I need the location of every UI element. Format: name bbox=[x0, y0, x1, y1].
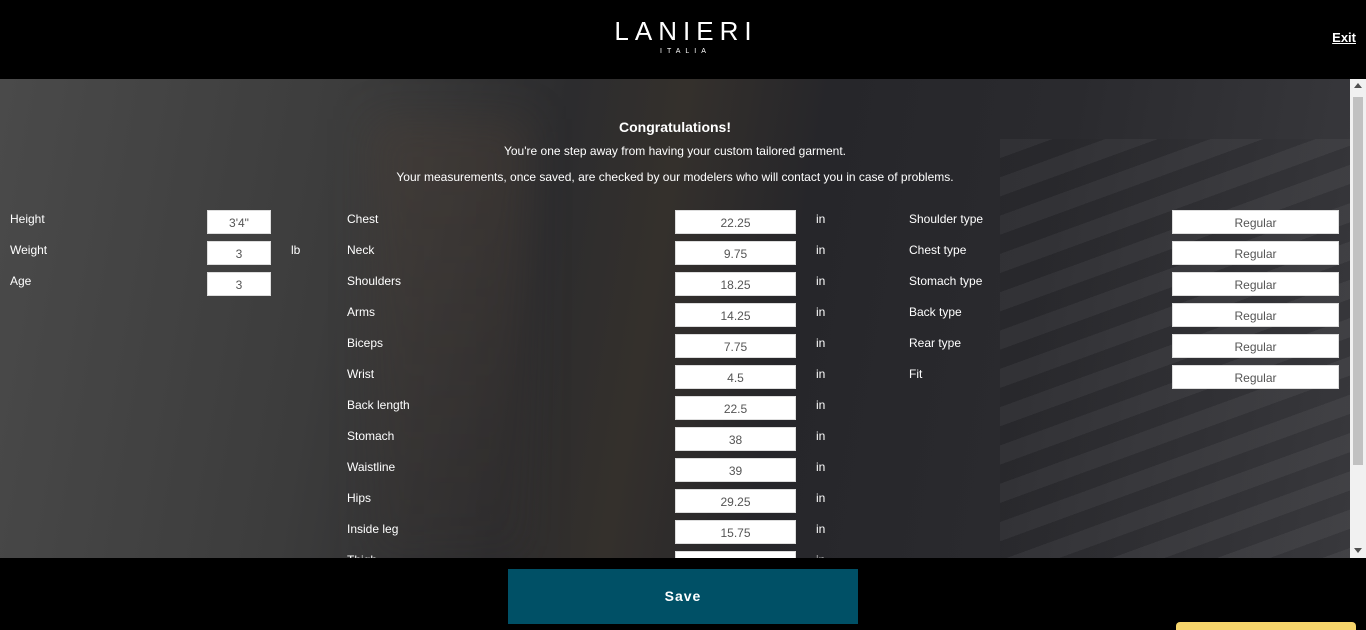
types-row-stomach-type: Stomach type Regular bbox=[0, 272, 1350, 296]
types-label-stomach-type: Stomach type bbox=[909, 274, 983, 288]
intro-line-1: You're one step away from having your cu… bbox=[503, 144, 847, 158]
measurements-row-waistline: Waistline 39 in bbox=[0, 458, 1350, 482]
chat-widget-tab[interactable] bbox=[1176, 622, 1356, 630]
types-input-chest-type[interactable]: Regular bbox=[1172, 241, 1339, 265]
measurements-row-stomach: Stomach 38 in bbox=[0, 427, 1350, 451]
types-input-stomach-type[interactable]: Regular bbox=[1172, 272, 1339, 296]
types-label-back-type: Back type bbox=[909, 305, 962, 319]
measurements-label-back-length: Back length bbox=[347, 398, 410, 412]
save-button[interactable]: Save bbox=[508, 569, 858, 624]
measurements-row-hips: Hips 29.25 in bbox=[0, 489, 1350, 513]
exit-link[interactable]: Exit bbox=[1332, 30, 1356, 45]
measurements-input-back-length[interactable]: 22.5 bbox=[675, 396, 796, 420]
logo-sub-text: ITALIA bbox=[660, 48, 711, 55]
measurements-unit-hips: in bbox=[816, 491, 826, 505]
measurements-input-waistline[interactable]: 39 bbox=[675, 458, 796, 482]
measurements-input-thigh[interactable]: 10.5 bbox=[675, 551, 796, 558]
measurements-input-stomach[interactable]: 38 bbox=[675, 427, 796, 451]
brand-logo: LANIERI ITALIA bbox=[0, 16, 1366, 56]
measurements-row-thigh: Thigh 10.5 in bbox=[0, 551, 1350, 558]
page-title: Congratulations! bbox=[619, 119, 731, 135]
types-row-shoulder-type: Shoulder type Regular bbox=[0, 210, 1350, 234]
types-row-rear-type: Rear type Regular bbox=[0, 334, 1350, 358]
types-input-back-type[interactable]: Regular bbox=[1172, 303, 1339, 327]
scrollbar-thumb[interactable] bbox=[1353, 97, 1363, 465]
measurements-label-stomach: Stomach bbox=[347, 429, 395, 443]
measurements-label-thigh: Thigh bbox=[347, 553, 377, 558]
measurements-input-hips[interactable]: 29.25 bbox=[675, 489, 796, 513]
measurements-unit-waistline: in bbox=[816, 460, 826, 474]
measurements-input-inside-leg[interactable]: 15.75 bbox=[675, 520, 796, 544]
types-input-rear-type[interactable]: Regular bbox=[1172, 334, 1339, 358]
types-row-chest-type: Chest type Regular bbox=[0, 241, 1350, 265]
measurements-label-inside-leg: Inside leg bbox=[347, 522, 399, 536]
measurements-label-waistline: Waistline bbox=[347, 460, 396, 474]
measurements-label-hips: Hips bbox=[347, 491, 372, 505]
measurements-row-inside-leg: Inside leg 15.75 in bbox=[0, 520, 1350, 544]
types-label-chest-type: Chest type bbox=[909, 243, 967, 257]
types-input-fit[interactable]: Regular bbox=[1172, 365, 1339, 389]
vertical-scrollbar[interactable] bbox=[1350, 79, 1366, 558]
measurements-row-back-length: Back length 22.5 in bbox=[0, 396, 1350, 420]
types-input-shoulder-type[interactable]: Regular bbox=[1172, 210, 1339, 234]
intro-line-2: Your measurements, once saved, are check… bbox=[396, 170, 954, 184]
measurements-unit-stomach: in bbox=[816, 429, 826, 443]
logo-main-text: LANIERI bbox=[614, 16, 758, 46]
scroll-up-arrow-icon[interactable] bbox=[1354, 83, 1362, 88]
types-label-rear-type: Rear type bbox=[909, 336, 962, 350]
header: LANIERI ITALIA Exit bbox=[0, 0, 1366, 79]
types-row-fit: Fit Regular bbox=[0, 365, 1350, 389]
measurements-unit-inside-leg: in bbox=[816, 522, 826, 536]
types-label-fit: Fit bbox=[909, 367, 923, 381]
measurements-panel: Congratulations! You're one step away fr… bbox=[0, 79, 1350, 558]
measurements-unit-thigh: in bbox=[816, 553, 825, 558]
scroll-down-arrow-icon[interactable] bbox=[1354, 548, 1362, 553]
measurements-unit-back-length: in bbox=[816, 398, 826, 412]
types-row-back-type: Back type Regular bbox=[0, 303, 1350, 327]
types-label-shoulder-type: Shoulder type bbox=[909, 212, 984, 226]
footer: Save bbox=[0, 558, 1366, 630]
intro: Congratulations! You're one step away fr… bbox=[0, 79, 1350, 184]
